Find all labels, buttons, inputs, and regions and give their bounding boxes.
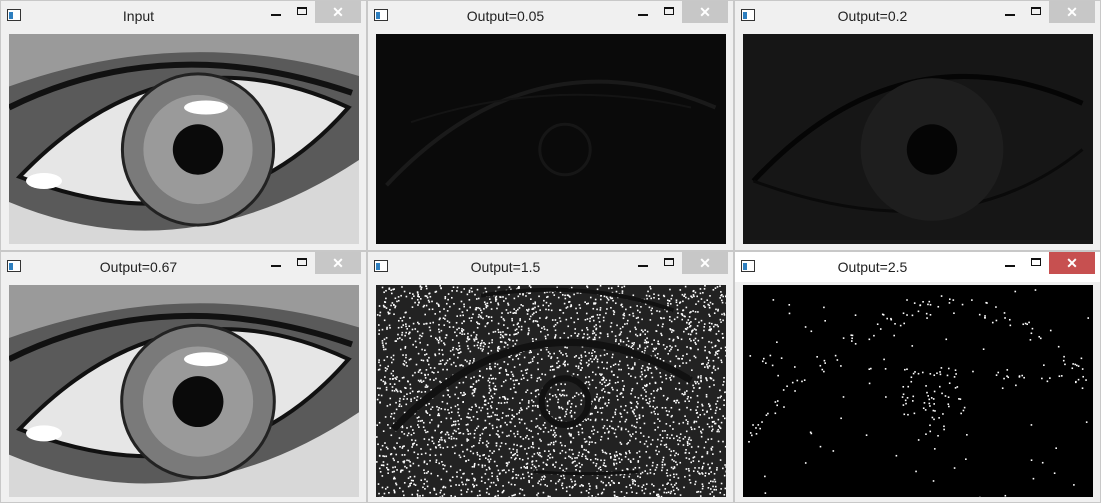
window-output-0-05[interactable]: Output=0.05 ✕ [367, 0, 734, 251]
minimize-button[interactable] [263, 1, 289, 23]
close-icon: ✕ [699, 4, 711, 20]
image-canvas [376, 34, 726, 244]
maximize-button[interactable] [1023, 1, 1049, 23]
maximize-button[interactable] [289, 252, 315, 274]
maximize-button[interactable] [656, 1, 682, 23]
eye-image [743, 34, 1093, 244]
eye-image [9, 34, 359, 244]
title-bar[interactable]: Input ✕ [1, 1, 366, 31]
window-output-1-5[interactable]: Output=1.5 ✕ [367, 251, 734, 503]
app-window-icon[interactable] [7, 260, 21, 272]
title-bar[interactable]: Output=0.2 ✕ [735, 1, 1100, 31]
eye-image [376, 285, 726, 497]
window-title: Output=2.5 [837, 259, 908, 275]
title-bar[interactable]: Output=0.67 ✕ [1, 252, 366, 282]
image-canvas [743, 34, 1093, 244]
close-button[interactable]: ✕ [682, 252, 728, 274]
title-bar[interactable]: Output=2.5 ✕ [735, 252, 1100, 282]
window-title: Output=0.05 [466, 8, 545, 24]
window-title: Output=0.67 [99, 259, 178, 275]
close-button[interactable]: ✕ [1049, 252, 1095, 274]
window-title: Output=1.5 [470, 259, 541, 275]
maximize-button[interactable] [289, 1, 315, 23]
image-canvas [9, 34, 359, 244]
app-window-icon[interactable] [741, 9, 755, 21]
minimize-button[interactable] [630, 1, 656, 23]
minimize-button[interactable] [630, 252, 656, 274]
title-bar[interactable]: Output=1.5 ✕ [368, 252, 733, 282]
eye-image [9, 285, 359, 497]
close-button[interactable]: ✕ [315, 1, 361, 23]
maximize-button[interactable] [656, 252, 682, 274]
minimize-button[interactable] [997, 1, 1023, 23]
close-icon: ✕ [332, 4, 344, 20]
title-bar[interactable]: Output=0.05 ✕ [368, 1, 733, 31]
window-output-2-5[interactable]: Output=2.5 ✕ [734, 251, 1101, 503]
close-button[interactable]: ✕ [1049, 1, 1095, 23]
close-icon: ✕ [1066, 255, 1078, 271]
image-canvas [743, 285, 1093, 497]
app-window-icon[interactable] [374, 9, 388, 21]
eye-image [376, 34, 726, 244]
maximize-button[interactable] [1023, 252, 1049, 274]
close-button[interactable]: ✕ [682, 1, 728, 23]
close-icon: ✕ [332, 255, 344, 271]
app-window-icon[interactable] [7, 9, 21, 21]
close-icon: ✕ [1066, 4, 1078, 20]
image-canvas [9, 285, 359, 497]
app-window-icon[interactable] [374, 260, 388, 272]
close-button[interactable]: ✕ [315, 252, 361, 274]
image-canvas [376, 285, 726, 497]
close-icon: ✕ [699, 255, 711, 271]
window-input[interactable]: Input ✕ [0, 0, 367, 251]
minimize-button[interactable] [263, 252, 289, 274]
window-title: Input [122, 8, 155, 24]
window-output-0-67[interactable]: Output=0.67 ✕ [0, 251, 367, 503]
window-title: Output=0.2 [837, 8, 908, 24]
window-output-0-2[interactable]: Output=0.2 ✕ [734, 0, 1101, 251]
app-window-icon[interactable] [741, 260, 755, 272]
minimize-button[interactable] [997, 252, 1023, 274]
eye-image [743, 285, 1093, 497]
